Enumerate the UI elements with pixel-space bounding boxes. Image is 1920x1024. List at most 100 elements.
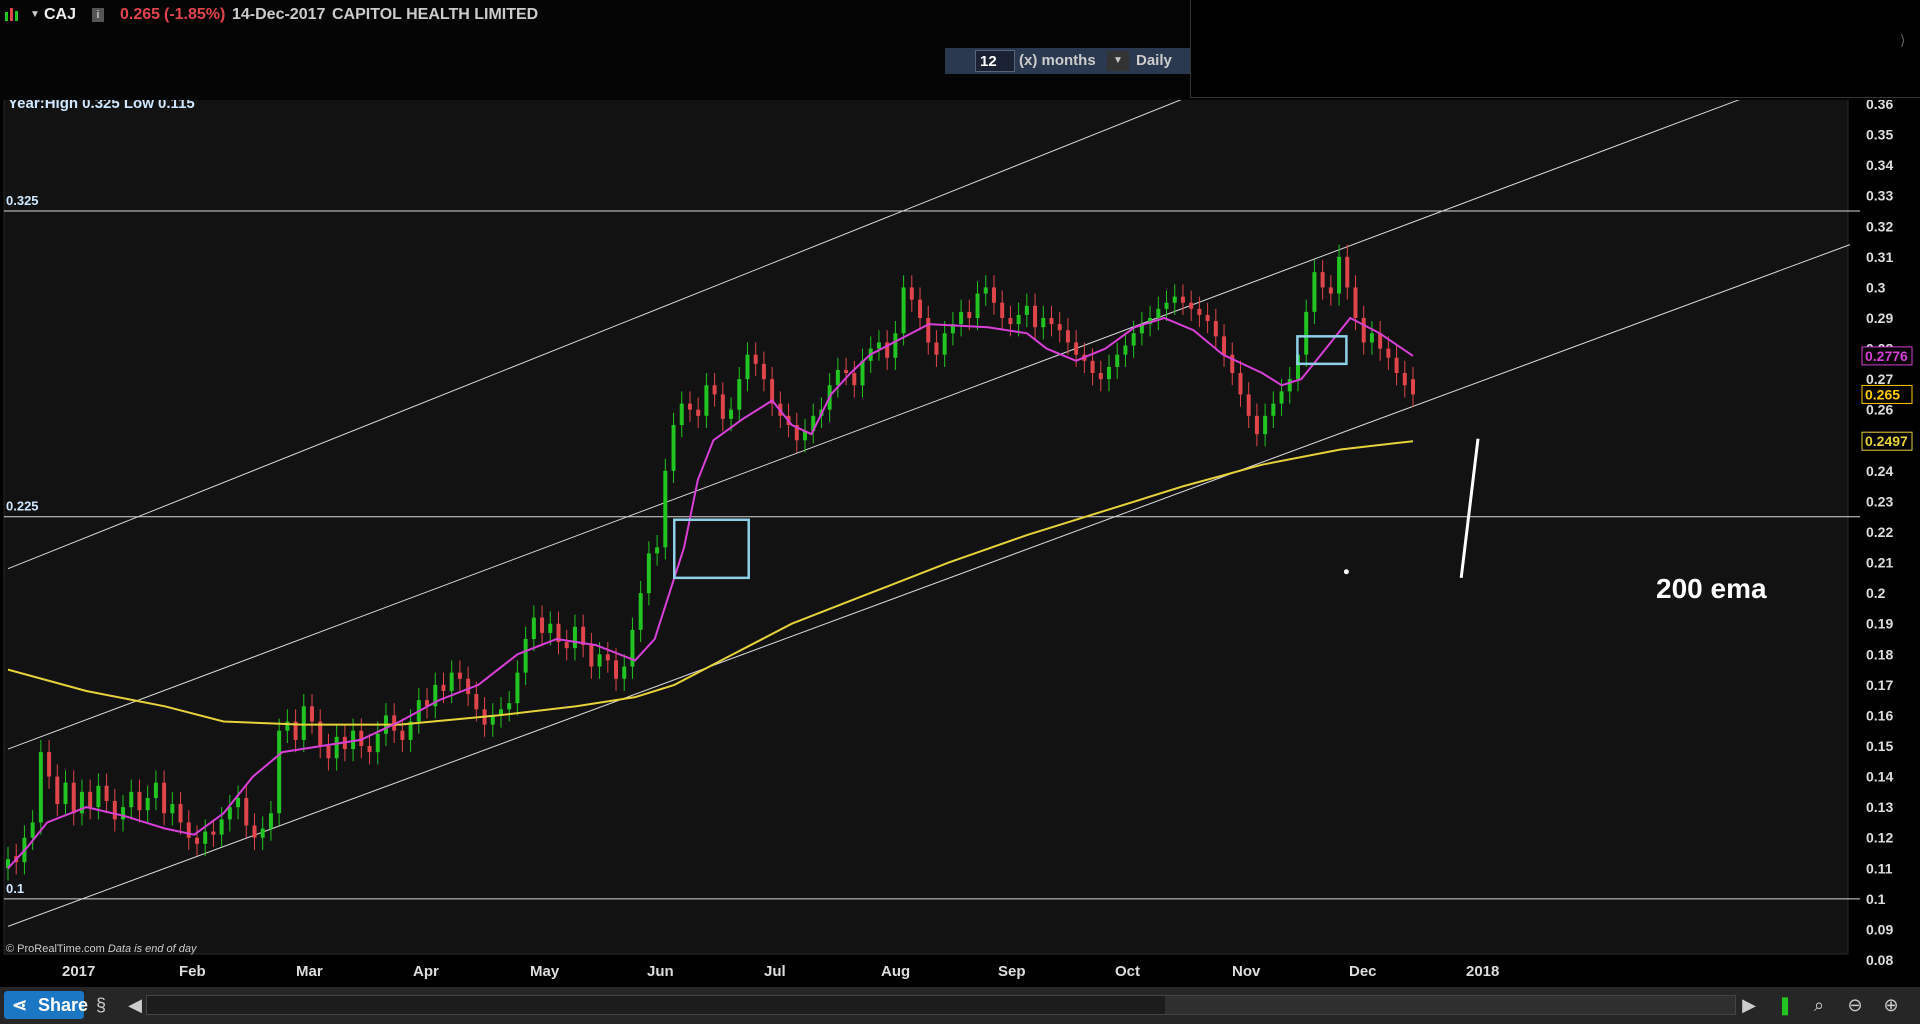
candle-body — [400, 730, 405, 740]
y-tick-label: 0.08 — [1866, 952, 1893, 968]
y-tick-label: 0.1 — [1866, 891, 1886, 907]
candle-body — [1312, 272, 1317, 312]
candle-body — [1394, 357, 1399, 374]
symbol-label[interactable]: CAJ — [44, 6, 76, 24]
chevron-down-icon[interactable]: ▼ — [30, 9, 40, 20]
candle-body — [630, 629, 635, 667]
price-badge-label: 0.265 — [1865, 386, 1900, 402]
candle-body — [47, 752, 52, 777]
candle-body — [211, 831, 216, 835]
candle-body — [137, 791, 142, 811]
candle-body — [893, 333, 898, 358]
x-tick-label: Aug — [881, 963, 910, 980]
candle-body — [474, 694, 479, 710]
y-tick-label: 0.33 — [1866, 188, 1893, 204]
company-label: CAPITOL HEALTH LIMITED — [332, 6, 539, 23]
interval-label[interactable]: Daily — [1136, 52, 1172, 69]
scrollbar-thumb[interactable] — [1165, 996, 1735, 1014]
chart-header: ▼ CAJ i 0.265 (-1.85%) 14-Dec-2017 CAPIT… — [0, 0, 1920, 100]
candle-body — [729, 409, 734, 419]
candle-body — [1279, 391, 1284, 404]
candle-body — [1098, 373, 1103, 380]
candle-body — [1320, 272, 1325, 288]
candle-body — [326, 746, 331, 759]
candle-body — [1180, 296, 1185, 303]
zoom-in-icon[interactable]: ⊕ — [1878, 993, 1904, 1017]
candle-body — [466, 678, 471, 695]
candle-body — [696, 409, 701, 416]
candle-body — [753, 354, 758, 364]
candle-body — [622, 666, 627, 679]
candle-body — [983, 287, 988, 294]
candle-body — [540, 617, 545, 633]
y-tick-label: 0.34 — [1866, 157, 1893, 173]
x-tick-label: May — [530, 963, 560, 980]
x-tick-label: Nov — [1232, 963, 1261, 980]
price-chart[interactable]: 0.3250.2250.1 0.360.350.340.330.320.310.… — [0, 0, 1920, 987]
candle-body — [712, 385, 717, 395]
candle-body — [121, 807, 126, 820]
y-tick-label: 0.13 — [1866, 799, 1893, 815]
zoom-out-icon[interactable]: ⊖ — [1842, 993, 1868, 1017]
candle-body — [1016, 314, 1021, 325]
candle-body — [663, 470, 668, 548]
info-icon[interactable]: i — [92, 8, 104, 22]
candle-body — [1411, 379, 1416, 395]
candle-body — [227, 807, 232, 820]
y-tick-label: 0.18 — [1866, 646, 1893, 662]
candle-body — [186, 822, 191, 838]
candle-body — [178, 804, 183, 823]
candle-body — [1033, 305, 1038, 328]
y-tick-label: 0.09 — [1866, 921, 1893, 937]
share-label: Share — [38, 995, 89, 1015]
chart-scrollbar[interactable] — [146, 995, 1736, 1015]
scroll-left-icon[interactable]: ◀ — [124, 993, 146, 1017]
candle-body — [268, 813, 273, 829]
candle-body — [1328, 287, 1333, 294]
y-tick-label: 0.27 — [1866, 371, 1893, 387]
copyright-label: © ProRealTime.com Data is end of day — [6, 943, 198, 955]
x-tick-label: Feb — [179, 963, 206, 980]
candle-body — [1205, 314, 1210, 322]
share-button[interactable]: ⋖ Share — [4, 991, 88, 1019]
chart-type-icon[interactable] — [3, 6, 21, 22]
candle-body — [375, 733, 380, 753]
annotation-dot — [1343, 569, 1349, 575]
candle-body — [761, 363, 766, 380]
scroll-right-icon[interactable]: ⟩ — [1900, 32, 1905, 49]
candle-body — [1287, 379, 1292, 392]
candle-body — [1254, 415, 1259, 435]
scroll-right-icon[interactable]: ▶ — [1738, 993, 1760, 1017]
y-tick-label: 0.23 — [1866, 493, 1893, 509]
candle-body — [564, 642, 569, 649]
auto-zoom-icon[interactable]: ⌕ — [1806, 993, 1832, 1017]
candle-body — [1386, 348, 1391, 358]
candle-body — [1271, 403, 1276, 416]
period-dropdown-icon[interactable]: ▼ — [1107, 51, 1129, 71]
y-tick-label: 0.3 — [1866, 279, 1886, 295]
candle-body — [38, 752, 43, 823]
candle-body — [967, 311, 972, 318]
candle-body — [1369, 333, 1374, 343]
y-axis: 0.360.350.340.330.320.310.30.290.280.270… — [1866, 96, 1893, 968]
candle-body — [589, 645, 594, 667]
candles-icon[interactable]: ❚ — [1772, 993, 1798, 1017]
candle-body — [1213, 321, 1218, 337]
period-input[interactable]: 12 — [975, 50, 1015, 72]
level-label: 0.225 — [6, 499, 39, 514]
candle-body — [1131, 333, 1136, 346]
y-tick-label: 0.16 — [1866, 707, 1893, 723]
candle-body — [737, 379, 742, 410]
candle-body — [1222, 336, 1227, 355]
candle-body — [835, 369, 840, 386]
candle-body — [1189, 302, 1194, 309]
candle-body — [449, 672, 454, 691]
candle-body — [301, 706, 306, 740]
candle-body — [1345, 256, 1350, 288]
candle-body — [934, 342, 939, 355]
candle-body — [1402, 373, 1407, 386]
y-tick-label: 0.12 — [1866, 830, 1893, 846]
candle-body — [30, 822, 35, 838]
settings-icon[interactable]: § — [88, 993, 114, 1017]
candle-body — [852, 373, 857, 386]
